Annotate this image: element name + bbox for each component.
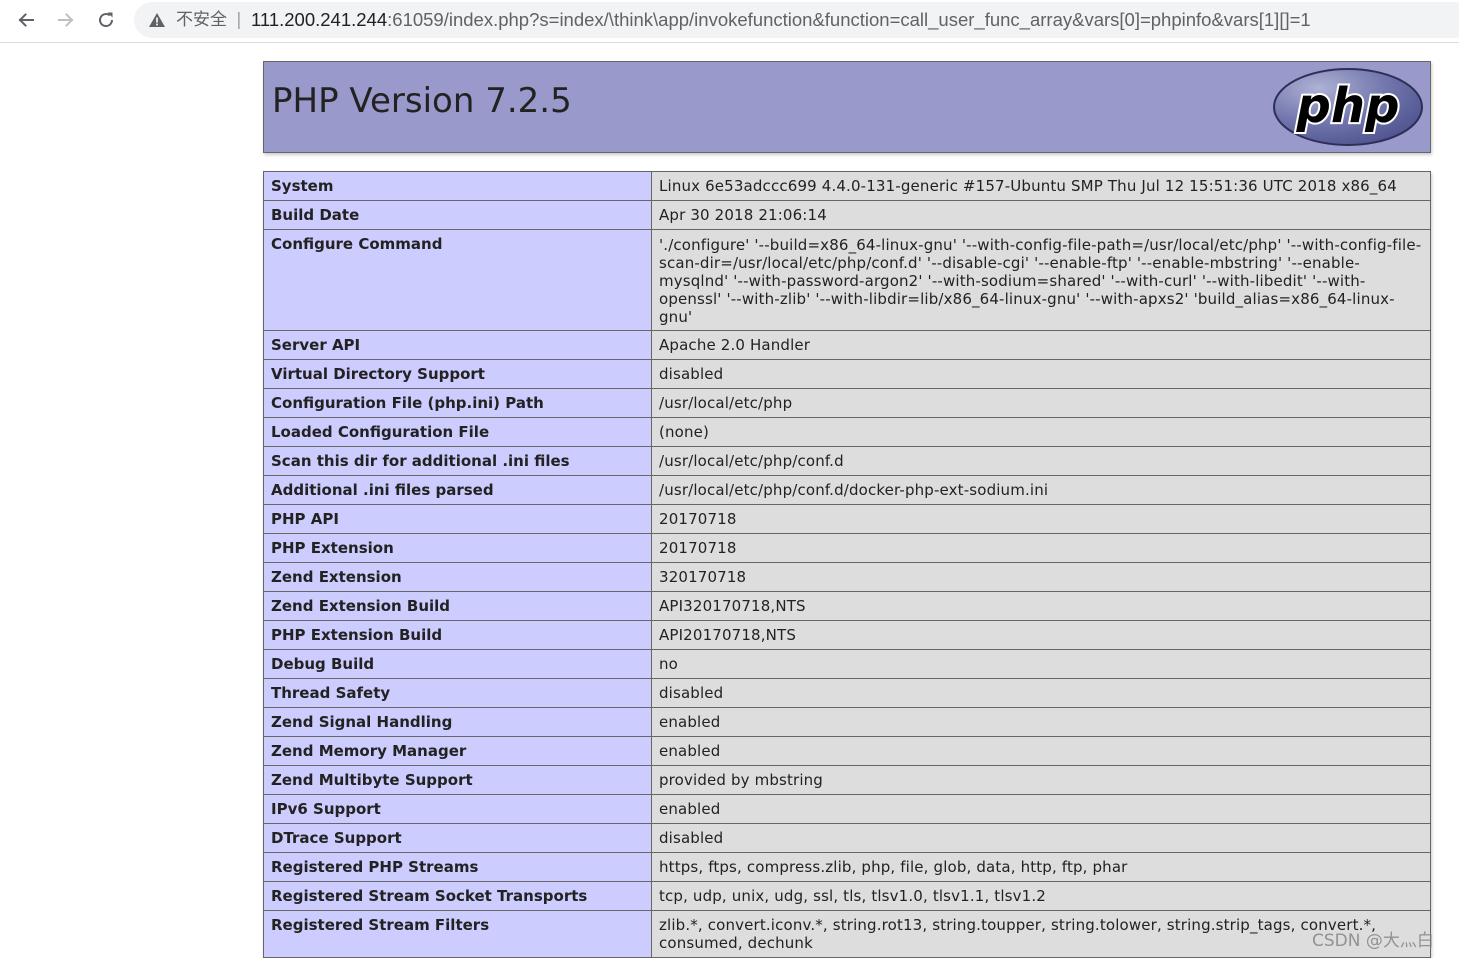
php-info-rows: System Linux 6e53adccc699 4.4.0-131-gener… (263, 171, 1431, 958)
info-row-label: Registered Stream Filters (263, 910, 652, 958)
info-row-value: https, ftps, compress.zlib, php, file, g… (651, 852, 1431, 882)
info-row-value: enabled (651, 736, 1431, 766)
php-version-header: PHP Version 7.2.5 php php (263, 61, 1431, 153)
info-row: PHP Extension 20170718 (263, 533, 1431, 563)
info-row: Registered Stream Filters zlib.*, convert… (263, 910, 1431, 958)
info-row: Thread Safety disabled (263, 678, 1431, 708)
php-info-table: System Linux 6e53adccc699 4.4.0-131-gener… (263, 171, 1431, 958)
info-row-value: './configure' '--build=x86_64-linux-gnu'… (651, 229, 1431, 331)
info-row-label: Loaded Configuration File (263, 417, 652, 447)
page-title: PHP Version 7.2.5 (272, 81, 572, 121)
info-row-label: Server API (263, 330, 652, 360)
info-row: Scan this dir for additional .ini files /… (263, 446, 1431, 476)
security-separator: | (236, 10, 242, 30)
back-button[interactable] (11, 5, 41, 35)
address-bar[interactable]: 不安全 | 111.200.241.244:61059/index.php?s=… (134, 2, 1459, 38)
warning-triangle-icon[interactable] (148, 11, 166, 29)
info-row: Zend Extension 320170718 (263, 562, 1431, 592)
reload-icon (99, 12, 114, 28)
info-row: Loaded Configuration File (none) (263, 417, 1431, 447)
info-row-label: PHP API (263, 504, 652, 534)
arrow-right-icon (58, 13, 74, 27)
info-row: Configure Command './configure' '--build=… (263, 229, 1431, 331)
info-row: PHP API 20170718 (263, 504, 1431, 534)
info-row-value: (none) (651, 417, 1431, 447)
info-row-label: Zend Extension (263, 562, 652, 592)
info-row-value: /usr/local/etc/php/conf.d (651, 446, 1431, 476)
info-row-label: Scan this dir for additional .ini files (263, 446, 652, 476)
info-row-label: Debug Build (263, 649, 652, 679)
info-row-label: Zend Multibyte Support (263, 765, 652, 795)
info-row-label: Zend Extension Build (263, 591, 652, 621)
info-row: Build Date Apr 30 2018 21:06:14 (263, 200, 1431, 230)
info-row-label: Zend Memory Manager (263, 736, 652, 766)
url-text[interactable]: 111.200.241.244:61059/index.php?s=index/… (251, 9, 1311, 31)
info-row-value: 20170718 (651, 533, 1431, 563)
info-row-value: disabled (651, 823, 1431, 853)
info-row-label: Additional .ini files parsed (263, 475, 652, 505)
info-row-label: Zend Signal Handling (263, 707, 652, 737)
reload-button[interactable] (91, 5, 121, 35)
info-row-label: Registered Stream Socket Transports (263, 881, 652, 911)
info-row-label: System (263, 171, 652, 201)
info-row-label: Configuration File (php.ini) Path (263, 388, 652, 418)
url-host: 111.200.241.244 (251, 9, 388, 30)
info-row-value: enabled (651, 794, 1431, 824)
info-row: System Linux 6e53adccc699 4.4.0-131-gener… (263, 171, 1431, 201)
info-row: Registered Stream Socket Transports tcp, … (263, 881, 1431, 911)
browser-toolbar: 不安全 | 111.200.241.244:61059/index.php?s=… (0, 0, 1459, 43)
info-row: Virtual Directory Support disabled (263, 359, 1431, 389)
info-row-label: Registered PHP Streams (263, 852, 652, 882)
info-row-value: tcp, udp, unix, udg, ssl, tls, tlsv1.0, … (651, 881, 1431, 911)
info-row: PHP Extension Build API20170718,NTS (263, 620, 1431, 650)
info-row-value: disabled (651, 359, 1431, 389)
info-row-label: Virtual Directory Support (263, 359, 652, 389)
php-logo[interactable]: php php (1272, 67, 1424, 147)
info-row: Configuration File (php.ini) Path/usr/lo… (263, 388, 1431, 418)
info-row-value: /usr/local/etc/php (651, 388, 1431, 418)
info-row: Zend Signal Handling enabled (263, 707, 1431, 737)
csdn-watermark: CSDN @大灬白 (1312, 931, 1434, 951)
info-row-label: Build Date (263, 200, 652, 230)
forward-button[interactable] (51, 5, 81, 35)
info-row-value: 20170718 (651, 504, 1431, 534)
info-row-value: 320170718 (651, 562, 1431, 592)
info-row-value: /usr/local/etc/php/conf.d/docker-php-ext… (651, 475, 1431, 505)
info-row-value: API20170718,NTS (651, 620, 1431, 650)
url-path: :61059/index.php?s=index/\think\app/invo… (387, 9, 1311, 30)
info-row-value: no (651, 649, 1431, 679)
info-row: IPv6 Support enabled (263, 794, 1431, 824)
security-status-label[interactable]: 不安全 (176, 9, 227, 31)
info-row: DTrace Support disabled (263, 823, 1431, 853)
info-row: Additional .ini files parsed/usr/local/e… (263, 475, 1431, 505)
info-row: Registered PHP Streams https, ftps, compr… (263, 852, 1431, 882)
info-row-label: Configure Command (263, 229, 652, 331)
info-row-value: Linux 6e53adccc699 4.4.0-131-generic #15… (651, 171, 1431, 201)
info-row: Zend Extension Build API320170718,NTS (263, 591, 1431, 621)
info-row-label: IPv6 Support (263, 794, 652, 824)
info-row-value: Apache 2.0 Handler (651, 330, 1431, 360)
info-row: Debug Build no (263, 649, 1431, 679)
info-row-value: provided by mbstring (651, 765, 1431, 795)
info-row-value: enabled (651, 707, 1431, 737)
info-row-label: DTrace Support (263, 823, 652, 853)
info-row: Zend Multibyte Support provided by mbstri… (263, 765, 1431, 795)
php-logo-text: php (1296, 78, 1400, 134)
info-row: Zend Memory Manager enabled (263, 736, 1431, 766)
info-row-value: API320170718,NTS (651, 591, 1431, 621)
info-row-label: PHP Extension (263, 533, 652, 563)
info-row-label: Thread Safety (263, 678, 652, 708)
arrow-left-icon (18, 13, 34, 27)
info-row-label: PHP Extension Build (263, 620, 652, 650)
info-row-value: disabled (651, 678, 1431, 708)
info-row: Server API Apache 2.0 Handler (263, 330, 1431, 360)
info-row-value: Apr 30 2018 21:06:14 (651, 200, 1431, 230)
